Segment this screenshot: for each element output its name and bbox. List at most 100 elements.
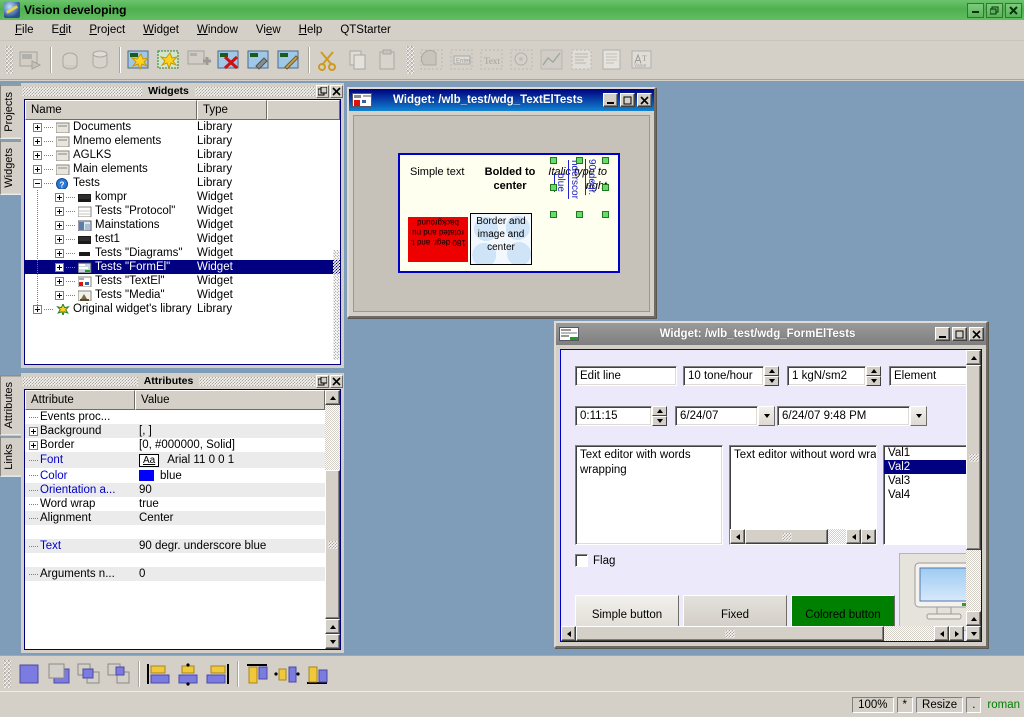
selection-handle[interactable] — [602, 157, 609, 164]
widgets-tree-row[interactable]: Mainstations Widget — [25, 218, 340, 232]
text-editor-nowrap[interactable]: Text editor without word wrap — [729, 445, 877, 545]
formel-scroll-up2-button[interactable] — [966, 611, 981, 626]
textel-window[interactable]: Widget: /wlb_test/wdg_TextElTests Simple… — [347, 87, 656, 318]
time-spinbox-value[interactable]: 0:11:15 — [575, 406, 652, 426]
underscore-text[interactable]: nderscor — [569, 160, 580, 212]
copy-icon[interactable] — [344, 45, 372, 75]
time-spinbox[interactable]: 0:11:15 — [575, 406, 667, 426]
formel-hscroll-track[interactable] — [884, 626, 934, 641]
tree-expander[interactable] — [55, 234, 64, 244]
delete-widget-icon[interactable] — [215, 45, 243, 75]
font-button[interactable]: Aa — [139, 453, 160, 467]
attributes-scroll-track-top[interactable] — [325, 405, 340, 470]
shape-document-icon[interactable] — [598, 45, 626, 75]
shape-media-icon[interactable] — [508, 45, 536, 75]
flag-checkbox-box[interactable] — [575, 554, 588, 567]
attributes-row[interactable]: Alignment Center — [25, 511, 325, 525]
menu-qtstarter[interactable]: QTStarter — [331, 22, 399, 38]
left-tab-projects[interactable]: Projects — [0, 85, 22, 139]
tree-expander[interactable] — [55, 290, 64, 300]
widgets-dock-close-button[interactable] — [330, 84, 343, 98]
selection-handle[interactable] — [602, 184, 609, 191]
element-combobox[interactable]: Element — [889, 366, 966, 386]
formel-close-button[interactable] — [969, 327, 984, 341]
attributes-row[interactable]: Text 90 degr. underscore blue — [25, 539, 325, 553]
menu-file[interactable]: File — [6, 22, 43, 38]
attributes-scroll-up2-button[interactable] — [325, 619, 340, 634]
widgets-col-name[interactable]: Name — [25, 100, 197, 120]
menu-edit[interactable]: Edit — [43, 22, 81, 38]
textel-minimize-button[interactable] — [603, 93, 618, 107]
attributes-row[interactable] — [25, 553, 325, 567]
editor-scroll-track[interactable] — [828, 529, 846, 544]
widgets-tree-row[interactable]: AGLKS Library — [25, 148, 340, 162]
value-list-item[interactable]: Val1 — [884, 446, 966, 460]
date-combobox-arrow[interactable] — [758, 406, 775, 426]
widgets-tree-row[interactable]: Tests "Diagrams" Widget — [25, 246, 340, 260]
tree-expander[interactable] — [33, 150, 42, 160]
status-zoom[interactable]: 100% — [852, 696, 894, 713]
raise-to-front-icon[interactable] — [15, 659, 43, 689]
widgets-tree-row[interactable]: kompr Widget — [25, 190, 340, 204]
flag-checkbox[interactable]: Flag — [575, 554, 615, 567]
attributes-row[interactable]: Word wrap true — [25, 497, 325, 511]
element-combobox-value[interactable]: Element — [889, 366, 966, 386]
date-combobox[interactable]: 6/24/07 — [675, 406, 775, 426]
selection-handle[interactable] — [550, 211, 557, 218]
formel-scroll-right-button[interactable] — [949, 626, 964, 641]
widgets-tree-row[interactable]: Tests "TextEl" Widget — [25, 274, 340, 288]
attributes-scroll-down-button[interactable] — [325, 634, 340, 649]
ninety-degree-text[interactable]: 90 degr. — [586, 159, 597, 211]
value-list[interactable]: Val1 Val2 Val3 Val4 — [883, 445, 966, 545]
formel-scroll-up-button[interactable] — [966, 350, 981, 365]
value-list-item[interactable]: Val2 — [884, 460, 966, 474]
datetime-combobox-arrow[interactable] — [910, 406, 927, 426]
textel-widget-canvas[interactable]: Simple text Bolded to center Italic type… — [398, 153, 620, 273]
attributes-row[interactable]: Border [0, #000000, Solid] — [25, 438, 325, 452]
tree-expander[interactable] — [55, 192, 64, 202]
load-from-db-icon[interactable] — [56, 45, 84, 75]
app-minimize-button[interactable] — [967, 2, 984, 18]
attributes-row[interactable]: Font Aa Arial 11 0 0 1 — [25, 452, 325, 468]
formel-scroll-thumb[interactable] — [966, 365, 981, 550]
menu-widget[interactable]: Widget — [134, 22, 188, 38]
editor-scroll-left-button[interactable] — [730, 529, 745, 544]
monitor-image[interactable] — [899, 553, 966, 631]
datetime-combobox-value[interactable]: 6/24/07 9:48 PM — [777, 406, 910, 426]
toolbar-grip-2[interactable] — [406, 46, 414, 74]
attributes-row[interactable]: Background [, ] — [25, 424, 325, 438]
shape-text-icon[interactable]: Text — [478, 45, 506, 75]
attributes-row[interactable]: Arguments n... 0 — [25, 567, 325, 581]
attributes-vscrollbar[interactable] — [325, 390, 340, 649]
attributes-row[interactable]: Orientation a... 90 — [25, 483, 325, 497]
widgets-tree-row[interactable]: ? Tests Library — [25, 176, 340, 190]
align-left-icon[interactable] — [144, 659, 172, 689]
align-toolbar-grip[interactable] — [3, 659, 11, 688]
textel-canvas-area[interactable]: Simple text Bolded to center Italic type… — [353, 115, 650, 312]
shape-protocol-icon[interactable] — [568, 45, 596, 75]
save-to-db-icon[interactable] — [86, 45, 114, 75]
tree-expander[interactable] — [33, 122, 42, 132]
spin-down-button[interactable] — [866, 376, 881, 386]
tone-hour-spinbox-arrows[interactable] — [764, 366, 779, 386]
align-bottom-icon[interactable] — [303, 659, 331, 689]
raise-one-icon[interactable] — [75, 659, 103, 689]
menu-project[interactable]: Project — [80, 22, 134, 38]
attribute-expander[interactable] — [29, 426, 38, 436]
lower-to-back-icon[interactable] — [45, 659, 73, 689]
formel-form-surface[interactable]: Edit line 10 tone/hour 1 kgN/sm2 Element… — [561, 350, 966, 641]
bolded-center-text[interactable]: Bolded to center — [475, 165, 545, 193]
text-editor-wrapping[interactable]: Text editor with words wrapping — [575, 445, 723, 545]
formel-maximize-button[interactable] — [952, 327, 967, 341]
formel-window[interactable]: Widget: /wlb_test/wdg_FormElTests Edit l… — [554, 321, 988, 648]
formel-scroll-track[interactable] — [966, 550, 981, 611]
attribute-expander[interactable] — [29, 440, 38, 450]
attributes-row[interactable]: Events proc... — [25, 410, 325, 424]
status-mode[interactable]: Resize — [916, 696, 964, 713]
formel-scroll-left2-button[interactable] — [934, 626, 949, 641]
left-tab-attributes[interactable]: Attributes — [0, 375, 22, 436]
align-right-icon[interactable] — [204, 659, 232, 689]
widgets-tree-row[interactable]: Main elements Library — [25, 162, 340, 176]
align-hcenter-icon[interactable] — [273, 659, 301, 689]
tree-expander[interactable] — [33, 178, 42, 188]
